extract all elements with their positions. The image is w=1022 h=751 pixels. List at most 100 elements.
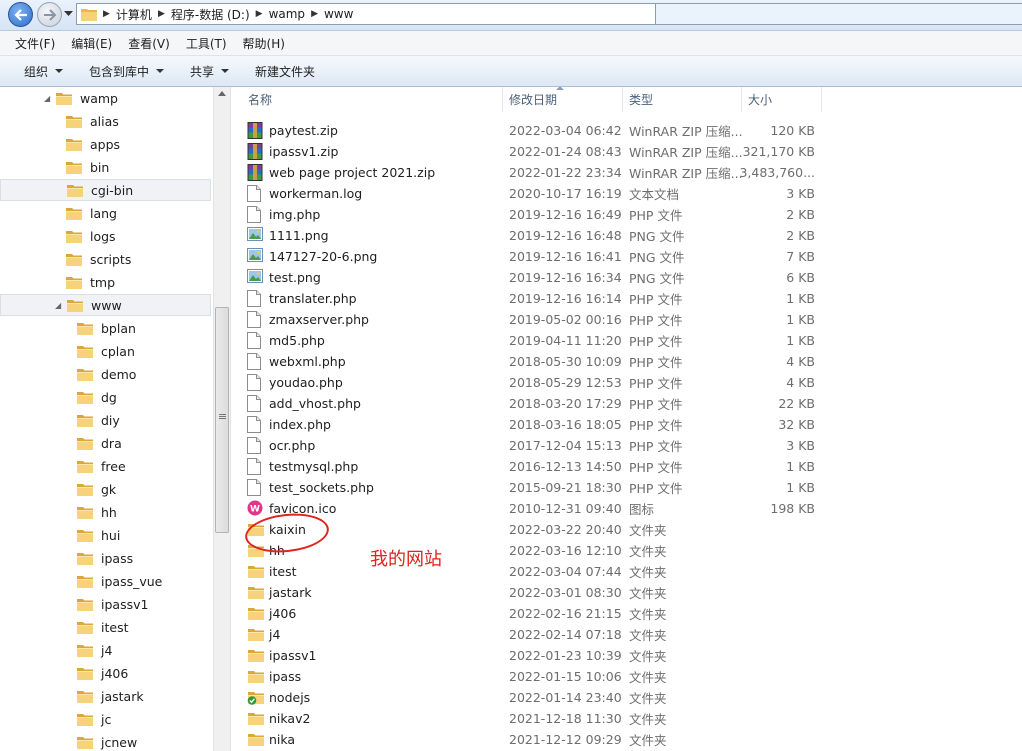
- file-modified-date: 2021-12-18 11:30: [509, 711, 622, 726]
- nav-tree-item-jc[interactable]: jc: [0, 708, 211, 730]
- nav-tree-item-j406[interactable]: j406: [0, 662, 211, 684]
- file-row[interactable]: test.png 2019-12-16 16:34 PNG 文件 6 KB: [231, 267, 1022, 288]
- nav-tree-item-demo[interactable]: demo: [0, 363, 211, 385]
- column-header-type[interactable]: 类型: [629, 87, 739, 112]
- nav-tree-item-hh[interactable]: hh: [0, 501, 211, 523]
- nav-tree-item-hui[interactable]: hui: [0, 524, 211, 546]
- file-row[interactable]: ipass 2022-01-15 10:06 文件夹: [231, 666, 1022, 687]
- nav-tree-item-tmp[interactable]: tmp: [0, 271, 211, 293]
- column-header-name[interactable]: 名称: [248, 87, 502, 112]
- file-row[interactable]: nika 2021-12-12 09:29 文件夹: [231, 729, 1022, 750]
- nav-tree-item-www[interactable]: ◢ www: [0, 294, 211, 316]
- nav-tree-item-jcnew[interactable]: jcnew: [0, 731, 211, 751]
- breadcrumb-separator-icon[interactable]: ▶: [103, 9, 110, 19]
- nav-tree-item-ipass[interactable]: ipass: [0, 547, 211, 569]
- nav-tree-item-dg[interactable]: dg: [0, 386, 211, 408]
- file-row[interactable]: paytest.zip 2022-03-04 06:42 WinRAR ZIP 压缩…: [231, 120, 1022, 141]
- file-row[interactable]: translater.php 2019-12-16 16:14 PHP 文件 1 KB: [231, 288, 1022, 309]
- share-label: 共享: [190, 64, 215, 79]
- recent-pages-dropdown-icon[interactable]: [64, 11, 73, 17]
- column-divider[interactable]: [821, 87, 822, 112]
- nav-tree-item-cgi-bin[interactable]: cgi-bin: [0, 179, 211, 201]
- breadcrumb-computer[interactable]: 计算机: [116, 6, 152, 23]
- breadcrumb-wamp[interactable]: wamp: [269, 7, 305, 21]
- file-row[interactable]: md5.php 2019-04-11 11:20 PHP 文件 1 KB: [231, 330, 1022, 351]
- column-header-size[interactable]: 大小: [748, 87, 818, 112]
- file-modified-date: 2022-02-16 21:15: [509, 606, 622, 621]
- file-row[interactable]: add_vhost.php 2018-03-20 17:29 PHP 文件 22 KB: [231, 393, 1022, 414]
- column-divider[interactable]: [622, 87, 623, 112]
- breadcrumb-separator-icon[interactable]: ▶: [256, 9, 263, 19]
- breadcrumb-separator-icon[interactable]: ▶: [311, 9, 318, 19]
- nav-tree-item-apps[interactable]: apps: [0, 133, 211, 155]
- tree-expander-icon[interactable]: ◢: [55, 301, 61, 310]
- address-box[interactable]: ▶ 计算机 ▶ 程序-数据 (D:) ▶ wamp ▶ www: [76, 3, 656, 25]
- nav-tree-item-j4[interactable]: j4: [0, 639, 211, 661]
- nav-tree-item-bin[interactable]: bin: [0, 156, 211, 178]
- breadcrumb-drive-d[interactable]: 程序-数据 (D:): [171, 6, 250, 23]
- file-row[interactable]: 1111.png 2019-12-16 16:48 PNG 文件 2 KB: [231, 225, 1022, 246]
- nav-tree-item-alias[interactable]: alias: [0, 110, 211, 132]
- file-row[interactable]: itest 2022-03-04 07:44 文件夹: [231, 561, 1022, 582]
- file-size: 3,483,760...: [739, 165, 815, 180]
- nav-tree-item-bplan[interactable]: bplan: [0, 317, 211, 339]
- menu-file[interactable]: 文件(F): [0, 35, 63, 52]
- file-row[interactable]: j406 2022-02-16 21:15 文件夹: [231, 603, 1022, 624]
- file-row[interactable]: webxml.php 2018-05-30 10:09 PHP 文件 4 KB: [231, 351, 1022, 372]
- include-in-library-button[interactable]: 包含到库中: [76, 63, 177, 80]
- file-type: 文件夹: [629, 544, 667, 559]
- menu-tools[interactable]: 工具(T): [178, 35, 235, 52]
- tree-expander-icon[interactable]: ◢: [44, 94, 50, 103]
- scrollbar-thumb[interactable]: [215, 307, 229, 533]
- menu-help[interactable]: 帮助(H): [235, 35, 293, 52]
- column-divider[interactable]: [741, 87, 742, 112]
- file-row[interactable]: zmaxserver.php 2019-05-02 00:16 PHP 文件 1 KB: [231, 309, 1022, 330]
- file-row[interactable]: img.php 2019-12-16 16:49 PHP 文件 2 KB: [231, 204, 1022, 225]
- new-folder-button[interactable]: 新建文件夹: [242, 63, 328, 80]
- folder-check-icon: [247, 689, 265, 706]
- nav-tree-item-ipassv1[interactable]: ipassv1: [0, 593, 211, 615]
- nav-tree-item-ipass-vue[interactable]: ipass_vue: [0, 570, 211, 592]
- nav-tree-item-gk[interactable]: gk: [0, 478, 211, 500]
- nav-tree-item-cplan[interactable]: cplan: [0, 340, 211, 362]
- file-row[interactable]: testmysql.php 2016-12-13 14:50 PHP 文件 1 KB: [231, 456, 1022, 477]
- forward-button[interactable]: [37, 2, 62, 27]
- nav-tree-item-free[interactable]: free: [0, 455, 211, 477]
- nav-tree-item-jastark[interactable]: jastark: [0, 685, 211, 707]
- file-row[interactable]: youdao.php 2018-05-29 12:53 PHP 文件 4 KB: [231, 372, 1022, 393]
- menu-edit[interactable]: 编辑(E): [63, 35, 120, 52]
- breadcrumb-www[interactable]: www: [324, 7, 353, 21]
- file-row[interactable]: j4 2022-02-14 07:18 文件夹: [231, 624, 1022, 645]
- file-row[interactable]: ocr.php 2017-12-04 15:13 PHP 文件 3 KB: [231, 435, 1022, 456]
- nav-tree-item-scripts[interactable]: scripts: [0, 248, 211, 270]
- file-row[interactable]: index.php 2018-03-16 18:05 PHP 文件 32 KB: [231, 414, 1022, 435]
- breadcrumb-separator-icon[interactable]: ▶: [158, 9, 165, 19]
- navigation-scrollbar[interactable]: [213, 87, 230, 751]
- scroll-up-arrow-icon[interactable]: [218, 91, 226, 96]
- column-header-date[interactable]: 修改日期: [509, 87, 622, 112]
- file-row[interactable]: kaixin 2022-03-22 20:40 文件夹: [231, 519, 1022, 540]
- chevron-down-icon: [55, 69, 64, 73]
- file-row[interactable]: nodejs 2022-01-14 23:40 文件夹: [231, 687, 1022, 708]
- nav-tree-item-lang[interactable]: lang: [0, 202, 211, 224]
- nav-tree-item-dra[interactable]: dra: [0, 432, 211, 454]
- file-row[interactable]: workerman.log 2020-10-17 16:19 文本文档 3 KB: [231, 183, 1022, 204]
- file-row[interactable]: web page project 2021.zip 2022-01-22 23:3…: [231, 162, 1022, 183]
- file-row[interactable]: 147127-20-6.png 2019-12-16 16:41 PNG 文件 7 K…: [231, 246, 1022, 267]
- menu-view[interactable]: 查看(V): [120, 35, 178, 52]
- file-row[interactable]: nikav2 2021-12-18 11:30 文件夹: [231, 708, 1022, 729]
- file-row[interactable]: ipassv1.zip 2022-01-24 08:43 WinRAR ZIP 压缩…: [231, 141, 1022, 162]
- column-divider[interactable]: [502, 87, 503, 112]
- file-row[interactable]: ipassv1 2022-01-23 10:39 文件夹: [231, 645, 1022, 666]
- share-button[interactable]: 共享: [177, 63, 242, 80]
- file-row[interactable]: jastark 2022-03-01 08:30 文件夹: [231, 582, 1022, 603]
- organize-button[interactable]: 组织: [0, 63, 76, 80]
- file-row[interactable]: test_sockets.php 2015-09-21 18:30 PHP 文件 1 …: [231, 477, 1022, 498]
- nav-tree-item-itest[interactable]: itest: [0, 616, 211, 638]
- file-row[interactable]: hh 2022-03-16 12:10 文件夹: [231, 540, 1022, 561]
- nav-tree-item-diy[interactable]: diy: [0, 409, 211, 431]
- back-button[interactable]: [8, 2, 33, 27]
- nav-tree-item-logs[interactable]: logs: [0, 225, 211, 247]
- file-row[interactable]: Wfavicon.ico 2010-12-31 09:40 图标 198 KB: [231, 498, 1022, 519]
- nav-tree-item-wamp[interactable]: ◢ wamp: [0, 87, 211, 109]
